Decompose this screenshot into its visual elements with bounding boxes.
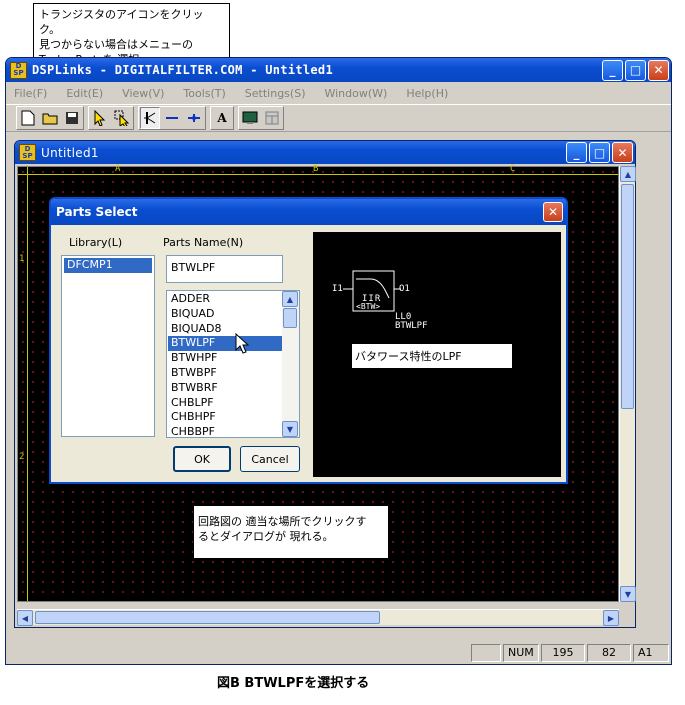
parts-scroll-up[interactable]: ▲ bbox=[282, 291, 298, 307]
dsp-app-icon: D SP bbox=[10, 61, 27, 79]
ruler-col-b: B bbox=[313, 164, 319, 174]
list-item[interactable]: BIQUAD8 bbox=[168, 322, 282, 337]
figure-caption: 図B BTWLPFを選択する bbox=[217, 676, 370, 691]
parts-scroll-thumb[interactable] bbox=[283, 308, 297, 328]
monitor-icon[interactable] bbox=[240, 107, 260, 129]
scroll-left-button[interactable]: ◀ bbox=[17, 610, 33, 626]
vertical-scroll-thumb[interactable] bbox=[621, 184, 634, 409]
menu-view[interactable]: View(V) bbox=[122, 87, 164, 100]
main-title-bar[interactable]: D SP DSPLinks - DIGITALFILTER.COM - Untit… bbox=[6, 58, 671, 82]
list-item-selected[interactable]: BTWLPF bbox=[168, 336, 282, 352]
doc-close-button[interactable]: ✕ bbox=[612, 142, 633, 163]
view-toolbar-group bbox=[238, 106, 284, 130]
menu-edit[interactable]: Edit(E) bbox=[66, 87, 103, 100]
maximize-button[interactable]: □ bbox=[625, 59, 646, 81]
status-num: NUM bbox=[503, 644, 539, 662]
output-pin-label: O1 bbox=[399, 284, 410, 294]
multi-select-icon[interactable] bbox=[112, 107, 132, 129]
iir-block-symbol bbox=[343, 270, 401, 312]
ruler-col-c: C bbox=[510, 164, 516, 174]
close-button[interactable]: ✕ bbox=[648, 59, 669, 81]
parts-listbox[interactable]: ADDER BIQUAD BIQUAD8 BTWLPF BTWHPF BTWBP… bbox=[166, 290, 300, 438]
library-item[interactable]: DFCMP1 bbox=[64, 258, 152, 273]
file-toolbar-group bbox=[16, 106, 84, 130]
scroll-down-button[interactable]: ▼ bbox=[620, 586, 636, 602]
menu-settings[interactable]: Settings(S) bbox=[245, 87, 306, 100]
list-item[interactable]: BIQUAD bbox=[168, 307, 282, 322]
parts-list-rows: ADDER BIQUAD BIQUAD8 BTWLPF BTWHPF BTWBP… bbox=[168, 292, 282, 440]
toolbar: A bbox=[6, 104, 671, 132]
dialog-close-button[interactable]: ✕ bbox=[543, 202, 563, 222]
ruler-row-1: 1 bbox=[19, 254, 25, 264]
vertical-scrollbar[interactable]: ▲ ▼ bbox=[619, 166, 636, 602]
menu-help[interactable]: Help(H) bbox=[406, 87, 448, 100]
junction-icon[interactable] bbox=[184, 107, 204, 129]
library-label: Library(L) bbox=[69, 236, 123, 249]
parts-scroll-down[interactable]: ▼ bbox=[282, 421, 298, 437]
status-empty-cell bbox=[471, 644, 501, 662]
status-bar: NUM 195 82 A1 bbox=[8, 644, 669, 662]
minimize-button[interactable]: _ bbox=[602, 59, 623, 81]
horizontal-scrollbar[interactable]: ◀ ▶ bbox=[17, 609, 619, 626]
open-folder-icon[interactable] bbox=[40, 107, 60, 129]
text-toolbar-group: A bbox=[210, 106, 234, 130]
parts-name-label: Parts Name(N) bbox=[163, 236, 244, 249]
row-ruler bbox=[18, 167, 28, 601]
instruction-callout-bottom: 回路図の 適当な場所でクリックす るとダイアログが 現れる。 bbox=[193, 505, 389, 559]
parts-select-dialog: Parts Select ✕ Library(L) Parts Name(N) … bbox=[49, 197, 568, 484]
document-title: Untitled1 bbox=[41, 145, 99, 160]
pointer-icon[interactable] bbox=[90, 107, 110, 129]
ok-button[interactable]: OK bbox=[173, 446, 231, 472]
menu-window[interactable]: Window(W) bbox=[324, 87, 387, 100]
library-listbox[interactable]: DFCMP1 bbox=[61, 255, 155, 437]
draw-toolbar-group bbox=[138, 106, 206, 130]
list-item[interactable]: BTWHPF bbox=[168, 351, 282, 366]
input-pin-label: I1 bbox=[332, 284, 343, 294]
ruler-row-2: 2 bbox=[19, 452, 25, 462]
scroll-right-button[interactable]: ▶ bbox=[603, 610, 619, 626]
document-icon: D SP bbox=[19, 144, 36, 161]
part-description: バタワース特性のLPF bbox=[352, 344, 512, 368]
menu-bar: File(F) Edit(E) View(V) Tools(T) Setting… bbox=[6, 82, 671, 104]
cancel-button[interactable]: Cancel bbox=[240, 446, 300, 472]
block-subtype-label: <BTW> bbox=[356, 302, 381, 311]
horizontal-scroll-thumb[interactable] bbox=[35, 611, 380, 624]
status-cell: A1 bbox=[633, 644, 669, 662]
ruler-col-a: A bbox=[115, 164, 121, 174]
status-y: 82 bbox=[587, 644, 631, 662]
instruction-callout-top: トランジスタのアイコンをクリック。 見つからない場合はメニューの Tools→P… bbox=[33, 3, 230, 66]
doc-minimize-button[interactable]: _ bbox=[566, 142, 587, 163]
menu-tools[interactable]: Tools(T) bbox=[183, 87, 225, 100]
doc-maximize-button[interactable]: □ bbox=[589, 142, 610, 163]
text-tool-icon[interactable]: A bbox=[212, 107, 232, 129]
wire-line-icon[interactable] bbox=[162, 107, 182, 129]
mouse-cursor-icon bbox=[235, 333, 250, 354]
parts-list-scrollbar[interactable]: ▲ ▼ bbox=[282, 291, 299, 437]
main-window-title: DSPLinks - DIGITALFILTER.COM - Untitled1 bbox=[32, 63, 333, 77]
list-item[interactable]: ADDER bbox=[168, 292, 282, 307]
document-title-bar[interactable]: D SP Untitled1 _ □ ✕ bbox=[15, 141, 635, 164]
parts-name-input[interactable]: BTWLPF bbox=[166, 255, 283, 283]
list-item[interactable]: CHBHPF bbox=[168, 410, 282, 425]
transistor-parts-icon[interactable] bbox=[140, 107, 160, 129]
new-file-icon[interactable] bbox=[18, 107, 38, 129]
list-item[interactable]: CHBBPF bbox=[168, 425, 282, 440]
list-item[interactable]: BTWBPF bbox=[168, 366, 282, 381]
scroll-up-button[interactable]: ▲ bbox=[620, 166, 636, 182]
menu-file[interactable]: File(F) bbox=[14, 87, 47, 100]
window-grid-icon[interactable] bbox=[262, 107, 282, 129]
status-x: 195 bbox=[541, 644, 585, 662]
select-toolbar-group bbox=[88, 106, 134, 130]
list-item[interactable]: BTWBRF bbox=[168, 381, 282, 396]
list-item[interactable]: CHBLPF bbox=[168, 396, 282, 411]
save-disk-icon[interactable] bbox=[62, 107, 82, 129]
part-name-label: BTWLPF bbox=[395, 321, 428, 331]
part-preview-panel: I1 O1 IIR <BTW> LL0 BTWLPF バタワース特性のLPF bbox=[313, 232, 561, 477]
dialog-title[interactable]: Parts Select bbox=[51, 199, 566, 225]
